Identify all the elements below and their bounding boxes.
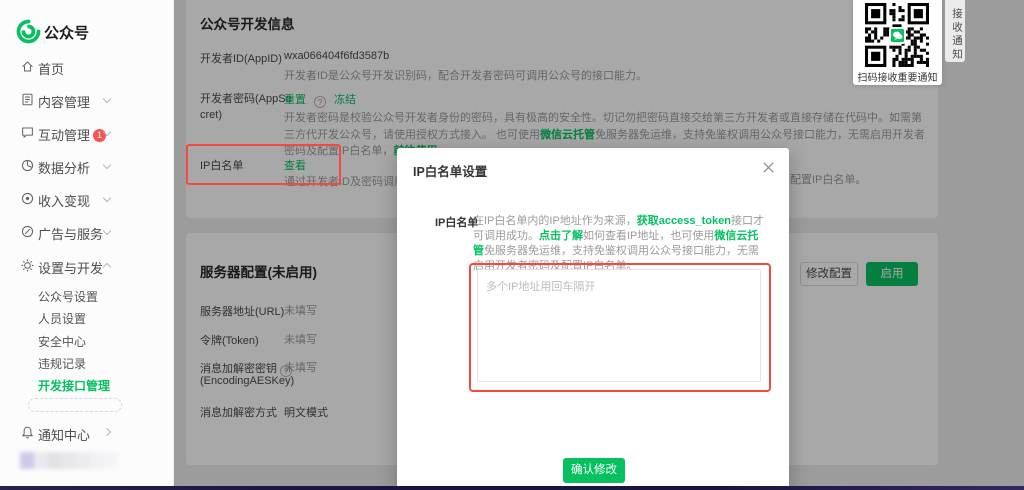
- sidebar-subitem-security-center[interactable]: 安全中心: [38, 333, 86, 350]
- income-icon: [20, 191, 35, 206]
- sidebar: 公众号 首页 内容管理 互动管理1 数据分析 收入变现 广告与服务: [0, 0, 174, 490]
- modal-field-label: IP白名单: [435, 214, 478, 230]
- chevron-down-icon: [103, 227, 111, 235]
- chevron-right-icon: [103, 428, 111, 436]
- wechat-official-account-admin: 公众号开发信息 开发者ID(AppID) wxa066404f6fd3587b …: [0, 0, 1024, 490]
- official-account-logo-icon: [16, 19, 41, 44]
- sidebar-subitem-staff-settings[interactable]: 人员设置: [38, 310, 86, 327]
- compass-icon: [20, 224, 35, 239]
- sidebar-item-ads[interactable]: 广告与服务: [0, 221, 174, 243]
- home-icon: [20, 59, 35, 74]
- sidebar-item-home[interactable]: 首页: [0, 56, 174, 78]
- sidebar-subitem-violation-records[interactable]: 违规记录: [38, 355, 86, 372]
- blurred-account-name[interactable]: [20, 452, 118, 469]
- sidebar-item-content[interactable]: 内容管理: [0, 89, 174, 111]
- chevron-up-icon: [103, 263, 111, 271]
- sidebar-subitem-account-settings[interactable]: 公众号设置: [38, 288, 98, 305]
- bottom-edge-bar: [0, 486, 1024, 490]
- sidebar-subitem-dev-api-management[interactable]: 开发接口管理: [38, 377, 110, 394]
- modal-title: IP白名单设置: [413, 161, 487, 180]
- brand-name: 公众号: [44, 22, 89, 43]
- sidebar-item-analytics[interactable]: 数据分析: [0, 155, 174, 177]
- analytics-icon: [20, 158, 35, 173]
- chat-icon: [20, 125, 35, 140]
- annotation-box-textarea: [469, 263, 771, 392]
- qr-caption: 扫码接收重要通知: [853, 69, 942, 84]
- document-icon: [20, 92, 35, 107]
- sidebar-item-notification-center[interactable]: 通知中心: [0, 422, 174, 444]
- qr-notification-panel: 扫码接收重要通知: [853, 0, 942, 85]
- gear-icon: [20, 258, 35, 273]
- sidebar-item-income[interactable]: 收入变现: [0, 188, 174, 210]
- bell-icon: [20, 425, 35, 440]
- annotation-box-ip-whitelist-row: [186, 144, 341, 185]
- chevron-down-icon: [103, 194, 111, 202]
- sidebar-dashed-divider: [28, 398, 122, 412]
- wechat-logo-icon: [889, 27, 906, 44]
- sidebar-item-settings-dev[interactable]: 设置与开发: [0, 255, 174, 277]
- chevron-down-icon: [103, 161, 111, 169]
- receive-notification-tab[interactable]: 接收通知: [945, 0, 965, 62]
- sidebar-item-interaction[interactable]: 互动管理1: [0, 122, 174, 144]
- close-icon[interactable]: [761, 160, 776, 175]
- confirm-modify-button[interactable]: 确认修改: [563, 458, 625, 483]
- chevron-down-icon: [103, 95, 111, 103]
